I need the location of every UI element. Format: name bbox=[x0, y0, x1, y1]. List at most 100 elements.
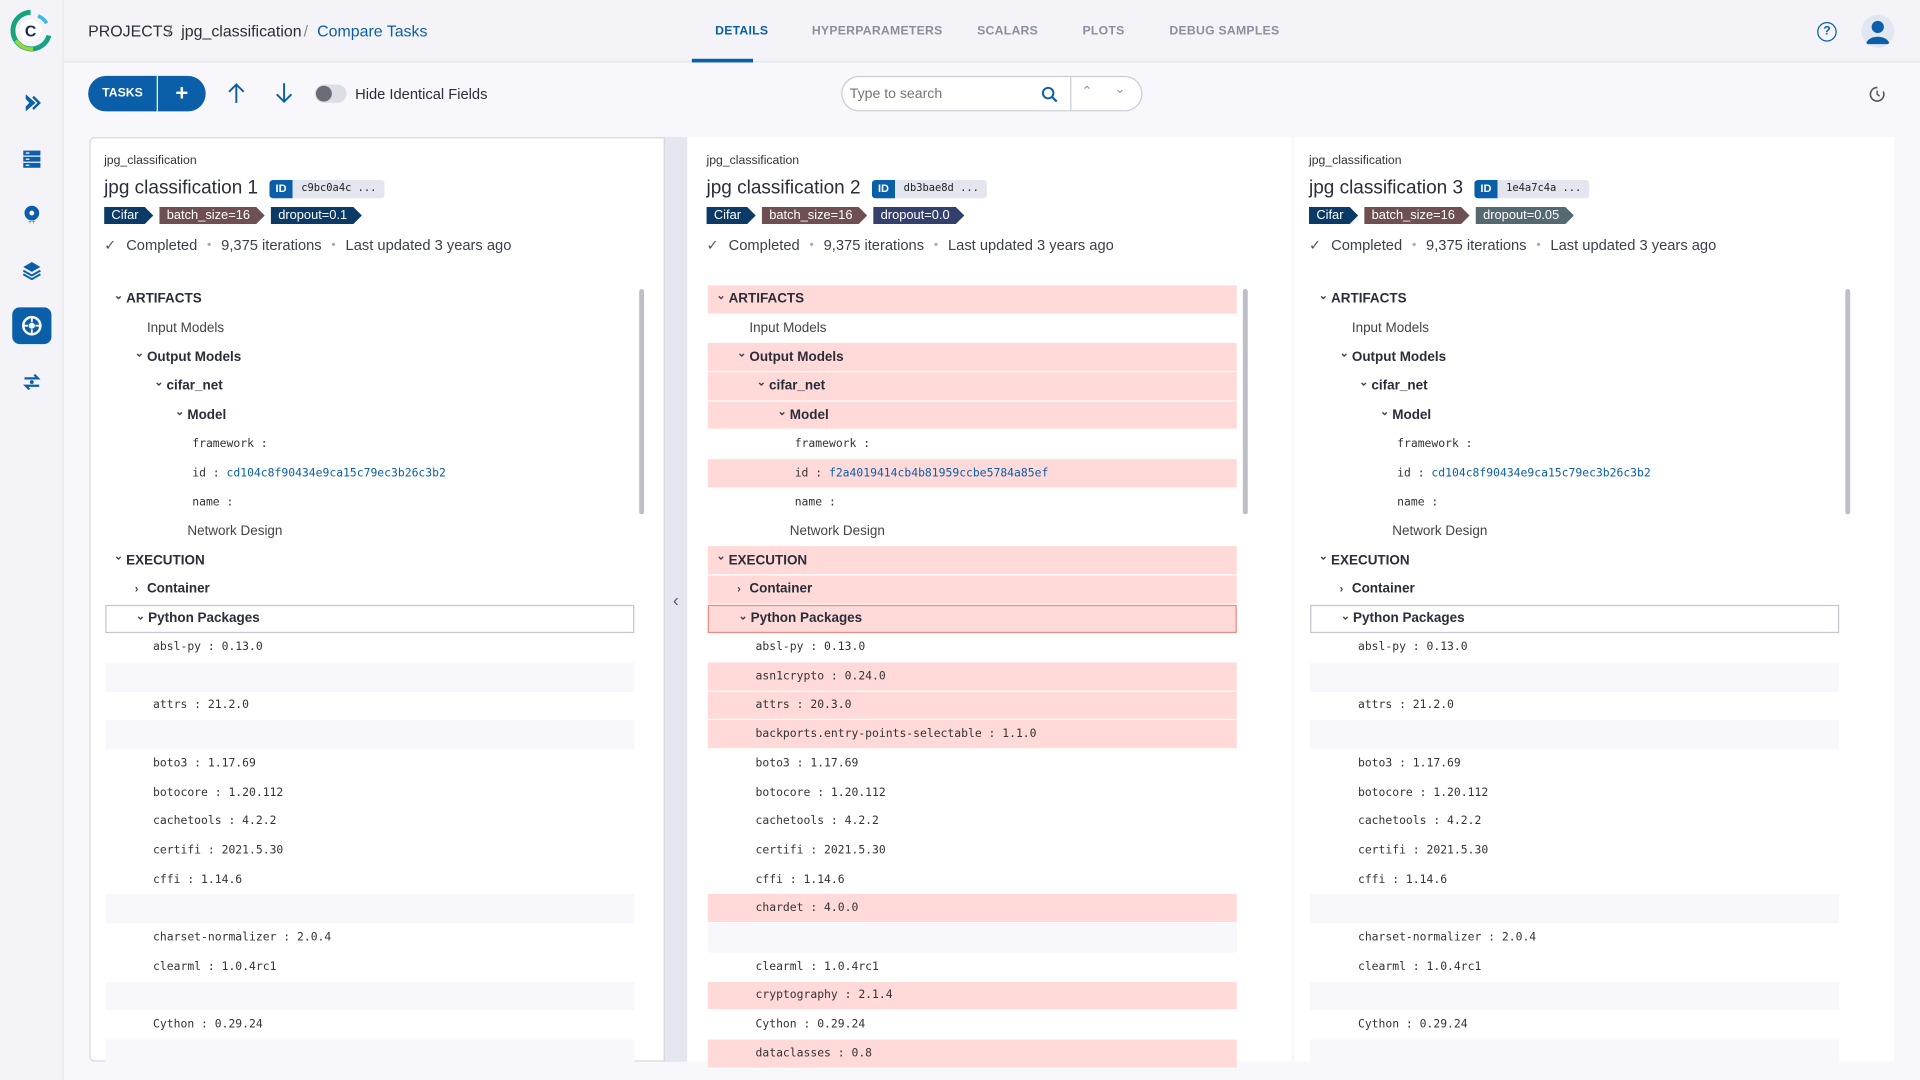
clearml-logo[interactable]: C bbox=[9, 9, 53, 53]
search-next-icon[interactable]: ⌄ bbox=[1114, 81, 1125, 97]
chevron-down-icon[interactable]: ⌄ bbox=[1319, 550, 1328, 563]
add-task-button[interactable]: + bbox=[158, 76, 206, 112]
user-avatar[interactable] bbox=[1861, 14, 1895, 48]
help-icon[interactable]: ? bbox=[1817, 22, 1837, 42]
model-id-link[interactable]: cd104c8f90434e9ca15c79ec3b26c3b2 bbox=[227, 466, 446, 479]
chevron-down-icon[interactable]: ⌄ bbox=[154, 376, 163, 389]
tag[interactable]: batch_size=16 bbox=[1364, 207, 1469, 224]
tree-row[interactable]: ⌄ cifar_net bbox=[707, 372, 1237, 402]
model-field-key: framework : bbox=[192, 437, 268, 451]
arrow-down-icon[interactable] bbox=[274, 81, 294, 112]
model-id-link[interactable]: cd104c8f90434e9ca15c79ec3b26c3b2 bbox=[1431, 466, 1650, 479]
chevron-down-icon[interactable]: ⌄ bbox=[1380, 405, 1389, 418]
search-icon[interactable] bbox=[1041, 86, 1058, 103]
tree-row[interactable]: ⌄ Output Models bbox=[105, 343, 634, 372]
task-title: jpg classification 2 bbox=[706, 177, 861, 199]
tag[interactable]: dropout=0.1 bbox=[271, 207, 362, 224]
cloud-gear-icon[interactable]: ++ bbox=[12, 196, 51, 233]
chevron-down-icon[interactable]: ⌄ bbox=[738, 609, 747, 622]
package-entry: cffi : 1.14.6 bbox=[153, 872, 243, 887]
tree-row[interactable]: ⌄ EXECUTION bbox=[707, 546, 1237, 576]
tree-row[interactable]: ⌄ Model bbox=[105, 401, 634, 430]
chevron-right-icon[interactable]: › bbox=[737, 583, 741, 595]
tree-row[interactable]: ⌄ Python Packages bbox=[1310, 604, 1840, 634]
tree-row[interactable]: ⌄ ARTIFACTS bbox=[105, 285, 634, 314]
tag[interactable]: Cifar bbox=[1309, 207, 1358, 224]
tree-row[interactable]: › Container bbox=[105, 575, 634, 604]
orchestration-icon[interactable] bbox=[12, 364, 51, 401]
package-row: asn1crypto : 0.24.0 bbox=[707, 662, 1237, 692]
chevron-down-icon[interactable]: ⌄ bbox=[778, 405, 787, 418]
tab-debug-samples[interactable]: DEBUG SAMPLES bbox=[1169, 24, 1279, 37]
chevron-down-icon[interactable]: ⌄ bbox=[175, 405, 184, 418]
chevron-down-icon[interactable]: ⌄ bbox=[1319, 289, 1328, 302]
tag[interactable]: batch_size=16 bbox=[762, 207, 867, 224]
brain-models-icon[interactable] bbox=[12, 307, 52, 345]
chevron-down-icon[interactable]: ⌄ bbox=[1359, 376, 1368, 389]
tab-hyperparameters[interactable]: HYPERPARAMETERS bbox=[812, 24, 943, 37]
tree-row[interactable]: ⌄ Model bbox=[1310, 401, 1839, 430]
pipeline-arrow-icon[interactable] bbox=[12, 84, 51, 121]
model-id-link[interactable]: f2a4019414cb4b81959ccbe5784a85ef bbox=[829, 466, 1048, 479]
tree-node-label: cifar_net bbox=[768, 378, 826, 394]
tree-row[interactable]: ⌄ Python Packages bbox=[707, 604, 1237, 634]
tab-details[interactable]: DETAILS bbox=[715, 24, 768, 37]
tree-row[interactable]: ⌄ EXECUTION bbox=[105, 546, 634, 575]
package-entry: backports.entry-points-selectable : 1.1.… bbox=[755, 727, 1037, 742]
tree-row[interactable]: ⌄ ARTIFACTS bbox=[707, 285, 1237, 315]
tab-scalars[interactable]: SCALARS bbox=[977, 24, 1038, 37]
tree-row[interactable]: ⌄ cifar_net bbox=[105, 372, 634, 401]
tag[interactable]: dropout=0.05 bbox=[1476, 207, 1574, 224]
task-id-badge[interactable]: ID c9bc0a4c ... bbox=[269, 180, 386, 199]
tree-row[interactable]: ⌄ cifar_net bbox=[1310, 372, 1839, 401]
chevron-down-icon[interactable]: ⌄ bbox=[1340, 347, 1349, 360]
package-row: cffi : 1.14.6 bbox=[708, 865, 1237, 894]
tasks-button-group: TASKS + bbox=[88, 75, 206, 112]
task-project[interactable]: jpg_classification bbox=[1309, 154, 1402, 167]
chevron-down-icon[interactable]: ⌄ bbox=[737, 347, 746, 360]
breadcrumb-project[interactable]: jpg_classification bbox=[181, 22, 301, 40]
tree-row[interactable]: › Container bbox=[707, 575, 1237, 605]
chevron-down-icon[interactable]: ⌄ bbox=[136, 609, 145, 622]
search-input[interactable] bbox=[849, 83, 1034, 106]
chevron-right-icon[interactable]: › bbox=[1340, 583, 1344, 595]
panel-scrollbar[interactable] bbox=[1845, 288, 1851, 515]
tree-row[interactable]: ⌄ EXECUTION bbox=[1310, 546, 1839, 575]
tab-plots[interactable]: PLOTS bbox=[1082, 24, 1124, 37]
layers-icon[interactable] bbox=[12, 252, 51, 289]
task-project[interactable]: jpg_classification bbox=[707, 154, 800, 167]
panel-scrollbar[interactable] bbox=[1242, 288, 1248, 515]
collapse-panel-button[interactable]: ‹ bbox=[663, 137, 687, 1062]
tree-row[interactable]: ⌄ ARTIFACTS bbox=[1310, 285, 1839, 314]
chevron-down-icon[interactable]: ⌄ bbox=[757, 376, 766, 389]
chevron-down-icon[interactable]: ⌄ bbox=[135, 347, 144, 360]
task-project[interactable]: jpg_classification bbox=[104, 154, 197, 167]
panel-scrollbar[interactable] bbox=[639, 288, 645, 515]
datasets-grid-icon[interactable] bbox=[12, 141, 51, 178]
tag[interactable]: dropout=0.0 bbox=[873, 207, 964, 224]
chevron-right-icon[interactable]: › bbox=[135, 583, 139, 595]
tree-row[interactable]: ⌄ Python Packages bbox=[105, 604, 635, 634]
tasks-button[interactable]: TASKS bbox=[88, 75, 158, 112]
tag[interactable]: batch_size=16 bbox=[159, 207, 264, 224]
chevron-down-icon[interactable]: ⌄ bbox=[716, 289, 725, 302]
hide-identical-toggle[interactable] bbox=[314, 84, 347, 103]
task-id-badge[interactable]: ID 1e4a7c4a ... bbox=[1474, 180, 1590, 199]
tree-row[interactable]: ⌄ Output Models bbox=[707, 343, 1237, 373]
chevron-down-icon[interactable]: ⌄ bbox=[716, 550, 725, 563]
tree-row[interactable]: › Container bbox=[1310, 575, 1839, 604]
tag[interactable]: Cifar bbox=[104, 207, 153, 224]
chevron-down-icon[interactable]: ⌄ bbox=[114, 289, 123, 302]
search-prev-icon[interactable]: ⌃ bbox=[1081, 83, 1092, 99]
task-id-badge[interactable]: ID db3bae8d ... bbox=[871, 180, 988, 199]
breadcrumb-projects[interactable]: PROJECTS bbox=[88, 22, 173, 40]
package-row: botocore : 1.20.112 bbox=[1310, 778, 1839, 807]
tag[interactable]: Cifar bbox=[707, 207, 756, 224]
task-id: db3bae8d ... bbox=[895, 180, 988, 199]
tree-row[interactable]: ⌄ Output Models bbox=[1310, 343, 1839, 372]
arrow-up-icon[interactable] bbox=[227, 81, 247, 112]
tree-row[interactable]: ⌄ Model bbox=[707, 401, 1237, 431]
chevron-down-icon[interactable]: ⌄ bbox=[1341, 609, 1350, 622]
chevron-down-icon[interactable]: ⌄ bbox=[114, 550, 123, 563]
auto-refresh-icon[interactable] bbox=[1869, 86, 1886, 109]
